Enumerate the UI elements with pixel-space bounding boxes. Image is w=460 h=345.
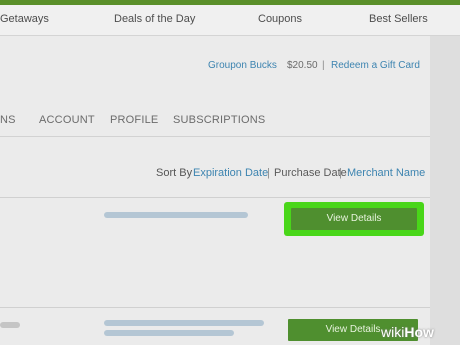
order-title-link[interactable] — [104, 212, 248, 218]
redeem-gift-card-link[interactable]: Redeem a Gift Card — [331, 60, 420, 71]
nav-item-deals-of-the-day[interactable]: Deals of the Day — [114, 13, 195, 25]
tab-account[interactable]: ACCOUNT — [39, 114, 95, 126]
sort-divider: | — [267, 167, 270, 179]
order-title-link-2-line2[interactable] — [104, 330, 234, 336]
account-bar-divider: | — [322, 60, 325, 71]
groupon-bucks-value: $20.50 — [287, 60, 318, 71]
sort-by-label: Sort By — [156, 167, 193, 179]
tab-partial[interactable]: NS — [0, 114, 16, 126]
nav-item-coupons[interactable]: Coupons — [258, 13, 302, 25]
order-title-link-2[interactable] — [104, 320, 264, 326]
wikihow-watermark: wikiHow — [381, 324, 434, 340]
page-scroll-area[interactable] — [430, 36, 460, 345]
account-panel — [0, 36, 430, 345]
groupon-bucks-label[interactable]: Groupon Bucks — [208, 60, 277, 71]
tab-profile[interactable]: PROFILE — [110, 114, 158, 126]
sort-option-purchase-date[interactable]: Purchase Date — [274, 167, 347, 179]
top-navigation: Getaways Deals of the Day Coupons Best S… — [0, 5, 460, 36]
groupon-bucks-link[interactable]: Groupon Bucks — [208, 60, 277, 71]
sort-divider-2: | — [339, 167, 342, 179]
nav-item-best-sellers[interactable]: Best Sellers — [369, 13, 428, 25]
order-row-divider-2 — [0, 307, 430, 308]
account-tabs: NS ACCOUNT PROFILE SUBSCRIPTIONS — [0, 104, 430, 137]
order-row-divider — [0, 197, 430, 198]
nav-item-getaways[interactable]: Getaways — [0, 13, 49, 25]
view-details-button[interactable]: View Details — [291, 208, 417, 230]
sort-option-expiration-date[interactable]: Expiration Date — [193, 167, 268, 179]
tab-subscriptions[interactable]: SUBSCRIPTIONS — [173, 114, 265, 126]
sort-option-merchant-name[interactable]: Merchant Name — [347, 167, 425, 179]
order-merchant-text — [0, 322, 20, 328]
